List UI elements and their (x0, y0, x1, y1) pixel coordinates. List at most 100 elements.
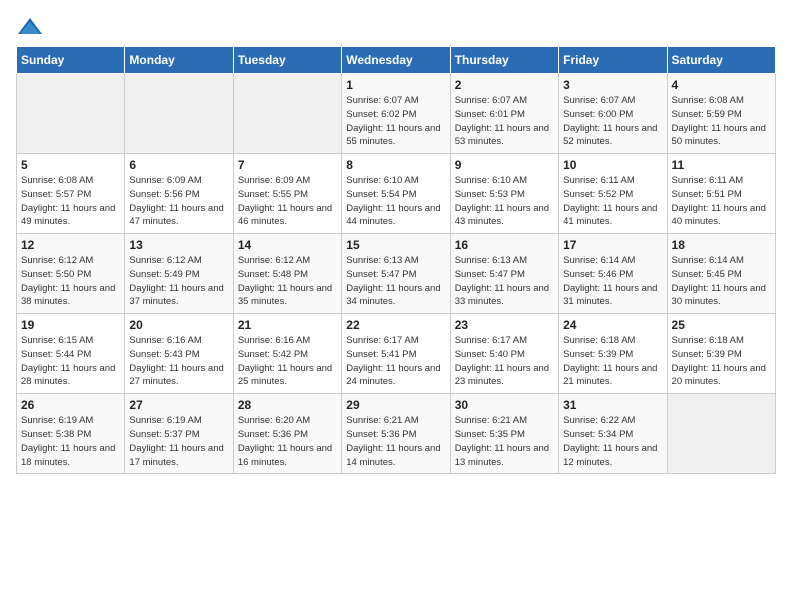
day-number: 27 (129, 398, 228, 412)
calendar-cell: 15 Sunrise: 6:13 AMSunset: 5:47 PMDayligh… (342, 234, 450, 314)
day-number: 6 (129, 158, 228, 172)
calendar-week-row: 5Sunrise: 6:08 AMSunset: 5:57 PMDaylight… (17, 154, 776, 234)
day-info: Sunrise: 6:15 AMSunset: 5:44 PMDaylight:… (21, 334, 120, 389)
calendar-cell: 6 Sunrise: 6:09 AMSunset: 5:56 PMDaylight… (125, 154, 233, 234)
day-number: 3 (563, 78, 662, 92)
calendar-cell: 11 Sunrise: 6:11 AMSunset: 5:51 PMDayligh… (667, 154, 775, 234)
calendar-cell (667, 394, 775, 474)
calendar-cell: 10 Sunrise: 6:11 AMSunset: 5:52 PMDayligh… (559, 154, 667, 234)
day-number: 20 (129, 318, 228, 332)
page-header (16, 16, 776, 38)
day-number: 2 (455, 78, 554, 92)
calendar-cell (233, 74, 341, 154)
day-number: 14 (238, 238, 337, 252)
weekday-header-row: SundayMondayTuesdayWednesdayThursdayFrid… (17, 47, 776, 74)
calendar-week-row: 12 Sunrise: 6:12 AMSunset: 5:50 PMDayligh… (17, 234, 776, 314)
day-info: Sunrise: 6:14 AMSunset: 5:46 PMDaylight:… (563, 254, 662, 309)
day-number: 16 (455, 238, 554, 252)
calendar-cell: 8Sunrise: 6:10 AMSunset: 5:54 PMDaylight… (342, 154, 450, 234)
day-number: 7 (238, 158, 337, 172)
day-number: 13 (129, 238, 228, 252)
day-info: Sunrise: 6:16 AMSunset: 5:42 PMDaylight:… (238, 334, 337, 389)
day-number: 21 (238, 318, 337, 332)
day-number: 29 (346, 398, 445, 412)
calendar-cell (125, 74, 233, 154)
calendar-cell: 20 Sunrise: 6:16 AMSunset: 5:43 PMDayligh… (125, 314, 233, 394)
day-number: 17 (563, 238, 662, 252)
calendar-cell: 17 Sunrise: 6:14 AMSunset: 5:46 PMDayligh… (559, 234, 667, 314)
day-number: 15 (346, 238, 445, 252)
day-info: Sunrise: 6:19 AMSunset: 5:37 PMDaylight:… (129, 414, 228, 469)
calendar-cell: 29 Sunrise: 6:21 AMSunset: 5:36 PMDayligh… (342, 394, 450, 474)
day-number: 31 (563, 398, 662, 412)
day-info: Sunrise: 6:10 AMSunset: 5:54 PMDaylight:… (346, 174, 445, 229)
calendar-table: SundayMondayTuesdayWednesdayThursdayFrid… (16, 46, 776, 474)
day-number: 23 (455, 318, 554, 332)
weekday-header: Monday (125, 47, 233, 74)
calendar-cell: 19 Sunrise: 6:15 AMSunset: 5:44 PMDayligh… (17, 314, 125, 394)
weekday-header: Friday (559, 47, 667, 74)
day-info: Sunrise: 6:18 AMSunset: 5:39 PMDaylight:… (563, 334, 662, 389)
day-number: 28 (238, 398, 337, 412)
calendar-cell: 12 Sunrise: 6:12 AMSunset: 5:50 PMDayligh… (17, 234, 125, 314)
calendar-cell: 16 Sunrise: 6:13 AMSunset: 5:47 PMDayligh… (450, 234, 558, 314)
calendar-cell: 26 Sunrise: 6:19 AMSunset: 5:38 PMDayligh… (17, 394, 125, 474)
calendar-week-row: 19 Sunrise: 6:15 AMSunset: 5:44 PMDayligh… (17, 314, 776, 394)
day-info: Sunrise: 6:13 AMSunset: 5:47 PMDaylight:… (455, 254, 554, 309)
day-info: Sunrise: 6:07 AMSunset: 6:01 PMDaylight:… (455, 94, 554, 149)
calendar-cell: 13 Sunrise: 6:12 AMSunset: 5:49 PMDayligh… (125, 234, 233, 314)
day-info: Sunrise: 6:07 AMSunset: 6:02 PMDaylight:… (346, 94, 445, 149)
logo-icon (16, 16, 44, 38)
day-number: 9 (455, 158, 554, 172)
day-info: Sunrise: 6:12 AMSunset: 5:48 PMDaylight:… (238, 254, 337, 309)
day-number: 26 (21, 398, 120, 412)
day-info: Sunrise: 6:16 AMSunset: 5:43 PMDaylight:… (129, 334, 228, 389)
weekday-header: Saturday (667, 47, 775, 74)
day-info: Sunrise: 6:11 AMSunset: 5:51 PMDaylight:… (672, 174, 771, 229)
day-info: Sunrise: 6:12 AMSunset: 5:50 PMDaylight:… (21, 254, 120, 309)
calendar-cell: 28 Sunrise: 6:20 AMSunset: 5:36 PMDayligh… (233, 394, 341, 474)
calendar-cell: 9 Sunrise: 6:10 AMSunset: 5:53 PMDaylight… (450, 154, 558, 234)
weekday-header: Sunday (17, 47, 125, 74)
day-info: Sunrise: 6:07 AMSunset: 6:00 PMDaylight:… (563, 94, 662, 149)
day-number: 22 (346, 318, 445, 332)
day-info: Sunrise: 6:21 AMSunset: 5:36 PMDaylight:… (346, 414, 445, 469)
day-number: 4 (672, 78, 771, 92)
calendar-cell: 5Sunrise: 6:08 AMSunset: 5:57 PMDaylight… (17, 154, 125, 234)
day-number: 10 (563, 158, 662, 172)
day-info: Sunrise: 6:08 AMSunset: 5:57 PMDaylight:… (21, 174, 120, 229)
day-number: 11 (672, 158, 771, 172)
weekday-header: Wednesday (342, 47, 450, 74)
calendar-cell: 2 Sunrise: 6:07 AMSunset: 6:01 PMDaylight… (450, 74, 558, 154)
day-number: 19 (21, 318, 120, 332)
calendar-cell: 27 Sunrise: 6:19 AMSunset: 5:37 PMDayligh… (125, 394, 233, 474)
day-info: Sunrise: 6:11 AMSunset: 5:52 PMDaylight:… (563, 174, 662, 229)
day-number: 25 (672, 318, 771, 332)
calendar-cell: 7Sunrise: 6:09 AMSunset: 5:55 PMDaylight… (233, 154, 341, 234)
day-number: 30 (455, 398, 554, 412)
day-info: Sunrise: 6:20 AMSunset: 5:36 PMDaylight:… (238, 414, 337, 469)
calendar-cell: 25 Sunrise: 6:18 AMSunset: 5:39 PMDayligh… (667, 314, 775, 394)
calendar-cell: 18Sunrise: 6:14 AMSunset: 5:45 PMDayligh… (667, 234, 775, 314)
calendar-week-row: 26 Sunrise: 6:19 AMSunset: 5:38 PMDayligh… (17, 394, 776, 474)
day-info: Sunrise: 6:08 AMSunset: 5:59 PMDaylight:… (672, 94, 771, 149)
day-info: Sunrise: 6:09 AMSunset: 5:56 PMDaylight:… (129, 174, 228, 229)
day-info: Sunrise: 6:19 AMSunset: 5:38 PMDaylight:… (21, 414, 120, 469)
day-info: Sunrise: 6:18 AMSunset: 5:39 PMDaylight:… (672, 334, 771, 389)
day-info: Sunrise: 6:12 AMSunset: 5:49 PMDaylight:… (129, 254, 228, 309)
calendar-cell: 23Sunrise: 6:17 AMSunset: 5:40 PMDayligh… (450, 314, 558, 394)
calendar-week-row: 1Sunrise: 6:07 AMSunset: 6:02 PMDaylight… (17, 74, 776, 154)
day-info: Sunrise: 6:21 AMSunset: 5:35 PMDaylight:… (455, 414, 554, 469)
day-info: Sunrise: 6:14 AMSunset: 5:45 PMDaylight:… (672, 254, 771, 309)
day-info: Sunrise: 6:22 AMSunset: 5:34 PMDaylight:… (563, 414, 662, 469)
calendar-cell: 1Sunrise: 6:07 AMSunset: 6:02 PMDaylight… (342, 74, 450, 154)
day-info: Sunrise: 6:13 AMSunset: 5:47 PMDaylight:… (346, 254, 445, 309)
calendar-cell: 3 Sunrise: 6:07 AMSunset: 6:00 PMDaylight… (559, 74, 667, 154)
calendar-cell (17, 74, 125, 154)
day-info: Sunrise: 6:10 AMSunset: 5:53 PMDaylight:… (455, 174, 554, 229)
calendar-cell: 24Sunrise: 6:18 AMSunset: 5:39 PMDayligh… (559, 314, 667, 394)
calendar-cell: 22Sunrise: 6:17 AMSunset: 5:41 PMDayligh… (342, 314, 450, 394)
calendar-cell: 14 Sunrise: 6:12 AMSunset: 5:48 PMDayligh… (233, 234, 341, 314)
day-number: 12 (21, 238, 120, 252)
calendar-cell: 31 Sunrise: 6:22 AMSunset: 5:34 PMDayligh… (559, 394, 667, 474)
